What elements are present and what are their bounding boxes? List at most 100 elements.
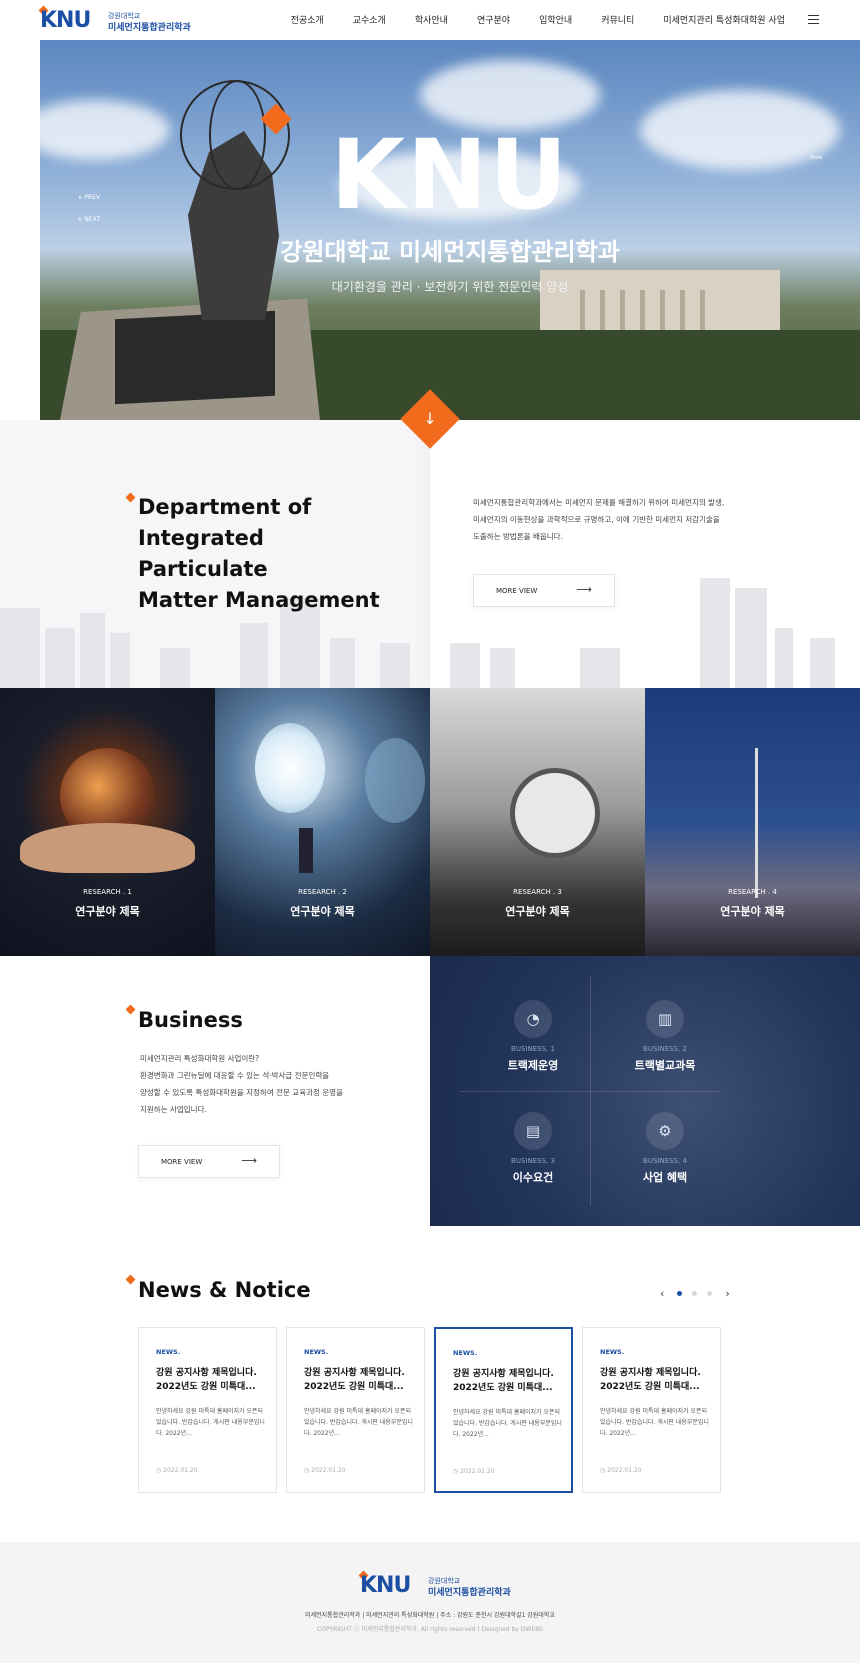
news-card[interactable]: NEWS. 강원 공지사항 제목입니다. 2022년도 강원 미특대... 안녕… (138, 1327, 277, 1493)
news-card-desc: 안녕하세요 강원 미특대 홈페이지가 오픈되었습니다. 반갑습니다. 게시판 내… (156, 1408, 265, 1437)
news-card-desc: 안녕하세요 강원 미특대 홈페이지가 오픈되었습니다. 반갑습니다. 게시판 내… (453, 1409, 562, 1438)
nav-item-graduate-program[interactable]: 미세먼지관리 특성화대학원 사업 (663, 13, 785, 26)
dept-desc-line: 도출하는 방법론을 배웁니다. (473, 532, 563, 541)
news-tag: NEWS. (600, 1348, 625, 1356)
main-nav: 전공소개 교수소개 학사안내 연구분야 입학안내 커뮤니티 미세먼지관리 특성화… (262, 13, 785, 26)
hands-image (20, 823, 195, 873)
pagination-dot[interactable] (707, 1291, 713, 1296)
news-prev-button[interactable]: ‹ (660, 1287, 664, 1300)
news-card-date: ◷ 2022.01.20 (453, 1468, 495, 1475)
news-card-title: 강원 공지사항 제목입니다. 2022년도 강원 미특대... (156, 1368, 257, 1392)
logo-knu-text: KNU (40, 8, 91, 33)
research-card-2[interactable]: RESEARCH . 2 연구분야 제목 (215, 688, 430, 956)
business-title: Business (138, 1008, 243, 1032)
hero-next-button[interactable]: ∨ NEXT (78, 216, 100, 223)
research-label: RESEARCH . 2 (298, 888, 347, 896)
news-accent-diamond-icon (125, 1274, 136, 1285)
footer-info: 미세먼지통합관리학과 | 미세먼지관리 특성화대학원 | 주소 : 강원도 춘천… (305, 1612, 555, 1619)
hero-title: 강원대학교 미세먼지통합관리학과 (280, 238, 620, 266)
news-next-button[interactable]: › (725, 1287, 729, 1300)
business-item-3[interactable]: ▤ BUSINESS. 3 이수요건 (478, 1112, 588, 1185)
hero-banner: KNU 강원대학교 미세먼지통합관리학과 대기환경을 관리 · 보전하기 위한 … (40, 40, 860, 420)
date-text: 2022.01.20 (163, 1467, 198, 1474)
nav-item-community[interactable]: 커뮤니티 (601, 13, 634, 26)
business-item-title: 사업 혜택 (642, 1171, 688, 1184)
magnifier-image (510, 768, 600, 858)
research-title: 연구분야 제목 (290, 905, 355, 918)
monument-plaque (115, 310, 275, 405)
business-item-title: 트랙별교과목 (634, 1059, 696, 1072)
news-card-title: 강원 공지사항 제목입니다. 2022년도 강원 미특대... (600, 1368, 701, 1392)
news-title: News & Notice (138, 1278, 311, 1302)
site-footer (0, 1542, 860, 1663)
pagination-dot[interactable] (692, 1291, 698, 1296)
hero-prev-button[interactable]: ∧ PREV (78, 194, 100, 201)
business-item-title: 트랙제운영 (507, 1059, 559, 1072)
business-item-4[interactable]: ⚙ BUSINESS. 4 사업 혜택 (610, 1112, 720, 1185)
news-card-date: ◷ 2022.01.20 (600, 1467, 642, 1474)
research-label: RESEARCH . 1 (83, 888, 132, 896)
news-card[interactable]: NEWS. 강원 공지사항 제목입니다. 2022년도 강원 미특대... 안녕… (286, 1327, 425, 1493)
pagination-dot-active[interactable] (677, 1291, 683, 1296)
hero-more-link[interactable]: More (810, 155, 822, 161)
nav-item-professors[interactable]: 교수소개 (353, 13, 386, 26)
business-desc-line: 환경변화과 그린뉴딜에 대응할 수 있는 석·박사급 전문인력을 (140, 1071, 330, 1080)
footer-copyright: COPYRIGHT ⓒ 미세먼지통합관리학과. All rights reser… (317, 1626, 543, 1633)
date-text: 2022.01.20 (311, 1467, 346, 1474)
news-card-title: 강원 공지사항 제목입니다. 2022년도 강원 미특대... (453, 1369, 554, 1393)
arrow-down-icon: ↓ (423, 409, 437, 428)
business-item-title: 이수요건 (512, 1171, 554, 1184)
nav-item-academics[interactable]: 학사안내 (415, 13, 448, 26)
news-card-date: ◷ 2022.01.20 (304, 1467, 346, 1474)
dept-desc-line: 미세먼지의 이동현상을 과학적으로 규명하고, 이에 기반한 미세먼지 저감기술… (473, 515, 720, 524)
news-card-title: 강원 공지사항 제목입니다. 2022년도 강원 미특대... (304, 1368, 405, 1392)
business-num: BUSINESS. 2 (643, 1045, 687, 1053)
business-more-view-button[interactable]: MORE VIEW ⟶ (138, 1145, 280, 1178)
news-card-date: ◷ 2022.01.20 (156, 1467, 198, 1474)
news-tag: NEWS. (156, 1348, 181, 1356)
logo-department-name: 미세먼지통합관리학과 (108, 23, 191, 33)
hamburger-menu-icon[interactable] (808, 15, 819, 24)
department-description: 미세먼지통합관리학과에서는 미세먼지 문제를 해결하기 위하여 미세먼지의 발생… (473, 494, 753, 545)
business-items-panel: ◔ BUSINESS. 1 트랙제운영 ▥ BUSINESS. 2 트랙별교과목… (430, 956, 860, 1226)
wind-turbine-image (755, 748, 758, 898)
lightbulb-image (255, 723, 325, 813)
news-card[interactable]: NEWS. 강원 공지사항 제목입니다. 2022년도 강원 미특대... 안녕… (582, 1327, 721, 1493)
arrow-right-icon: ⟶ (241, 1154, 257, 1167)
nav-item-admission[interactable]: 입학안내 (539, 13, 572, 26)
hero-knu-logo: KNU (330, 119, 570, 231)
business-item-2[interactable]: ▥ BUSINESS. 2 트랙별교과목 (610, 1000, 720, 1073)
dept-more-view-button[interactable]: MORE VIEW ⟶ (473, 574, 615, 607)
business-desc-line: 지원하는 사업입니다. (140, 1105, 207, 1114)
business-desc-line: 양성할 수 있도록 특성화대학원을 지정하여 전문 교육과정 운영을 (140, 1088, 343, 1097)
nav-item-research[interactable]: 연구분야 (477, 13, 510, 26)
research-card-3[interactable]: RESEARCH . 3 연구분야 제목 (430, 688, 645, 956)
dept-title-line: Department of (138, 495, 312, 519)
news-card-desc: 안녕하세요 강원 미특대 홈페이지가 오픈되었습니다. 반갑습니다. 게시판 내… (304, 1408, 413, 1437)
document-edit-icon: ▤ (514, 1112, 552, 1150)
dept-desc-line: 미세먼지통합관리학과에서는 미세먼지 문제를 해결하기 위하여 미세먼지의 발생… (473, 498, 725, 507)
business-item-1[interactable]: ◔ BUSINESS. 1 트랙제운영 (478, 1000, 588, 1073)
site-header: KNU 강원대학교 미세먼지통합관리학과 전공소개 교수소개 학사안내 연구분야… (0, 0, 860, 40)
gear-icon: ⚙ (646, 1112, 684, 1150)
nav-item-major[interactable]: 전공소개 (291, 13, 324, 26)
dept-title-line: Integrated Particulate (138, 526, 268, 581)
hero-subtitle: 대기환경을 관리 · 보전하기 위한 전문인력 양성 (331, 280, 569, 294)
arrow-right-icon: ⟶ (576, 583, 592, 596)
research-card-1[interactable]: RESEARCH . 1 연구분야 제목 (0, 688, 215, 956)
research-card-4[interactable]: RESEARCH . 4 연구분야 제목 (645, 688, 860, 956)
business-description: 미세먼지관리 특성화대학원 사업이란? 환경변화과 그린뉴딜에 대응할 수 있는… (140, 1050, 360, 1118)
research-title: 연구분야 제목 (720, 905, 785, 918)
business-num: BUSINESS. 3 (511, 1157, 555, 1165)
more-view-label: MORE VIEW (161, 1158, 203, 1166)
research-title: 연구분야 제목 (505, 905, 570, 918)
department-desc-panel (430, 420, 860, 688)
person-silhouette (299, 828, 313, 873)
business-num: BUSINESS. 4 (643, 1157, 687, 1165)
site-logo[interactable]: KNU 강원대학교 미세먼지통합관리학과 (38, 5, 200, 35)
pie-chart-icon: ◔ (514, 1000, 552, 1038)
news-card-active[interactable]: NEWS. 강원 공지사항 제목입니다. 2022년도 강원 미특대... 안녕… (434, 1327, 573, 1493)
more-view-label: MORE VIEW (496, 587, 538, 595)
department-title: Department of Integrated Particulate Mat… (138, 492, 398, 616)
footer-logo[interactable]: KNU 강원대학교 미세먼지통합관리학과 (358, 1570, 520, 1598)
